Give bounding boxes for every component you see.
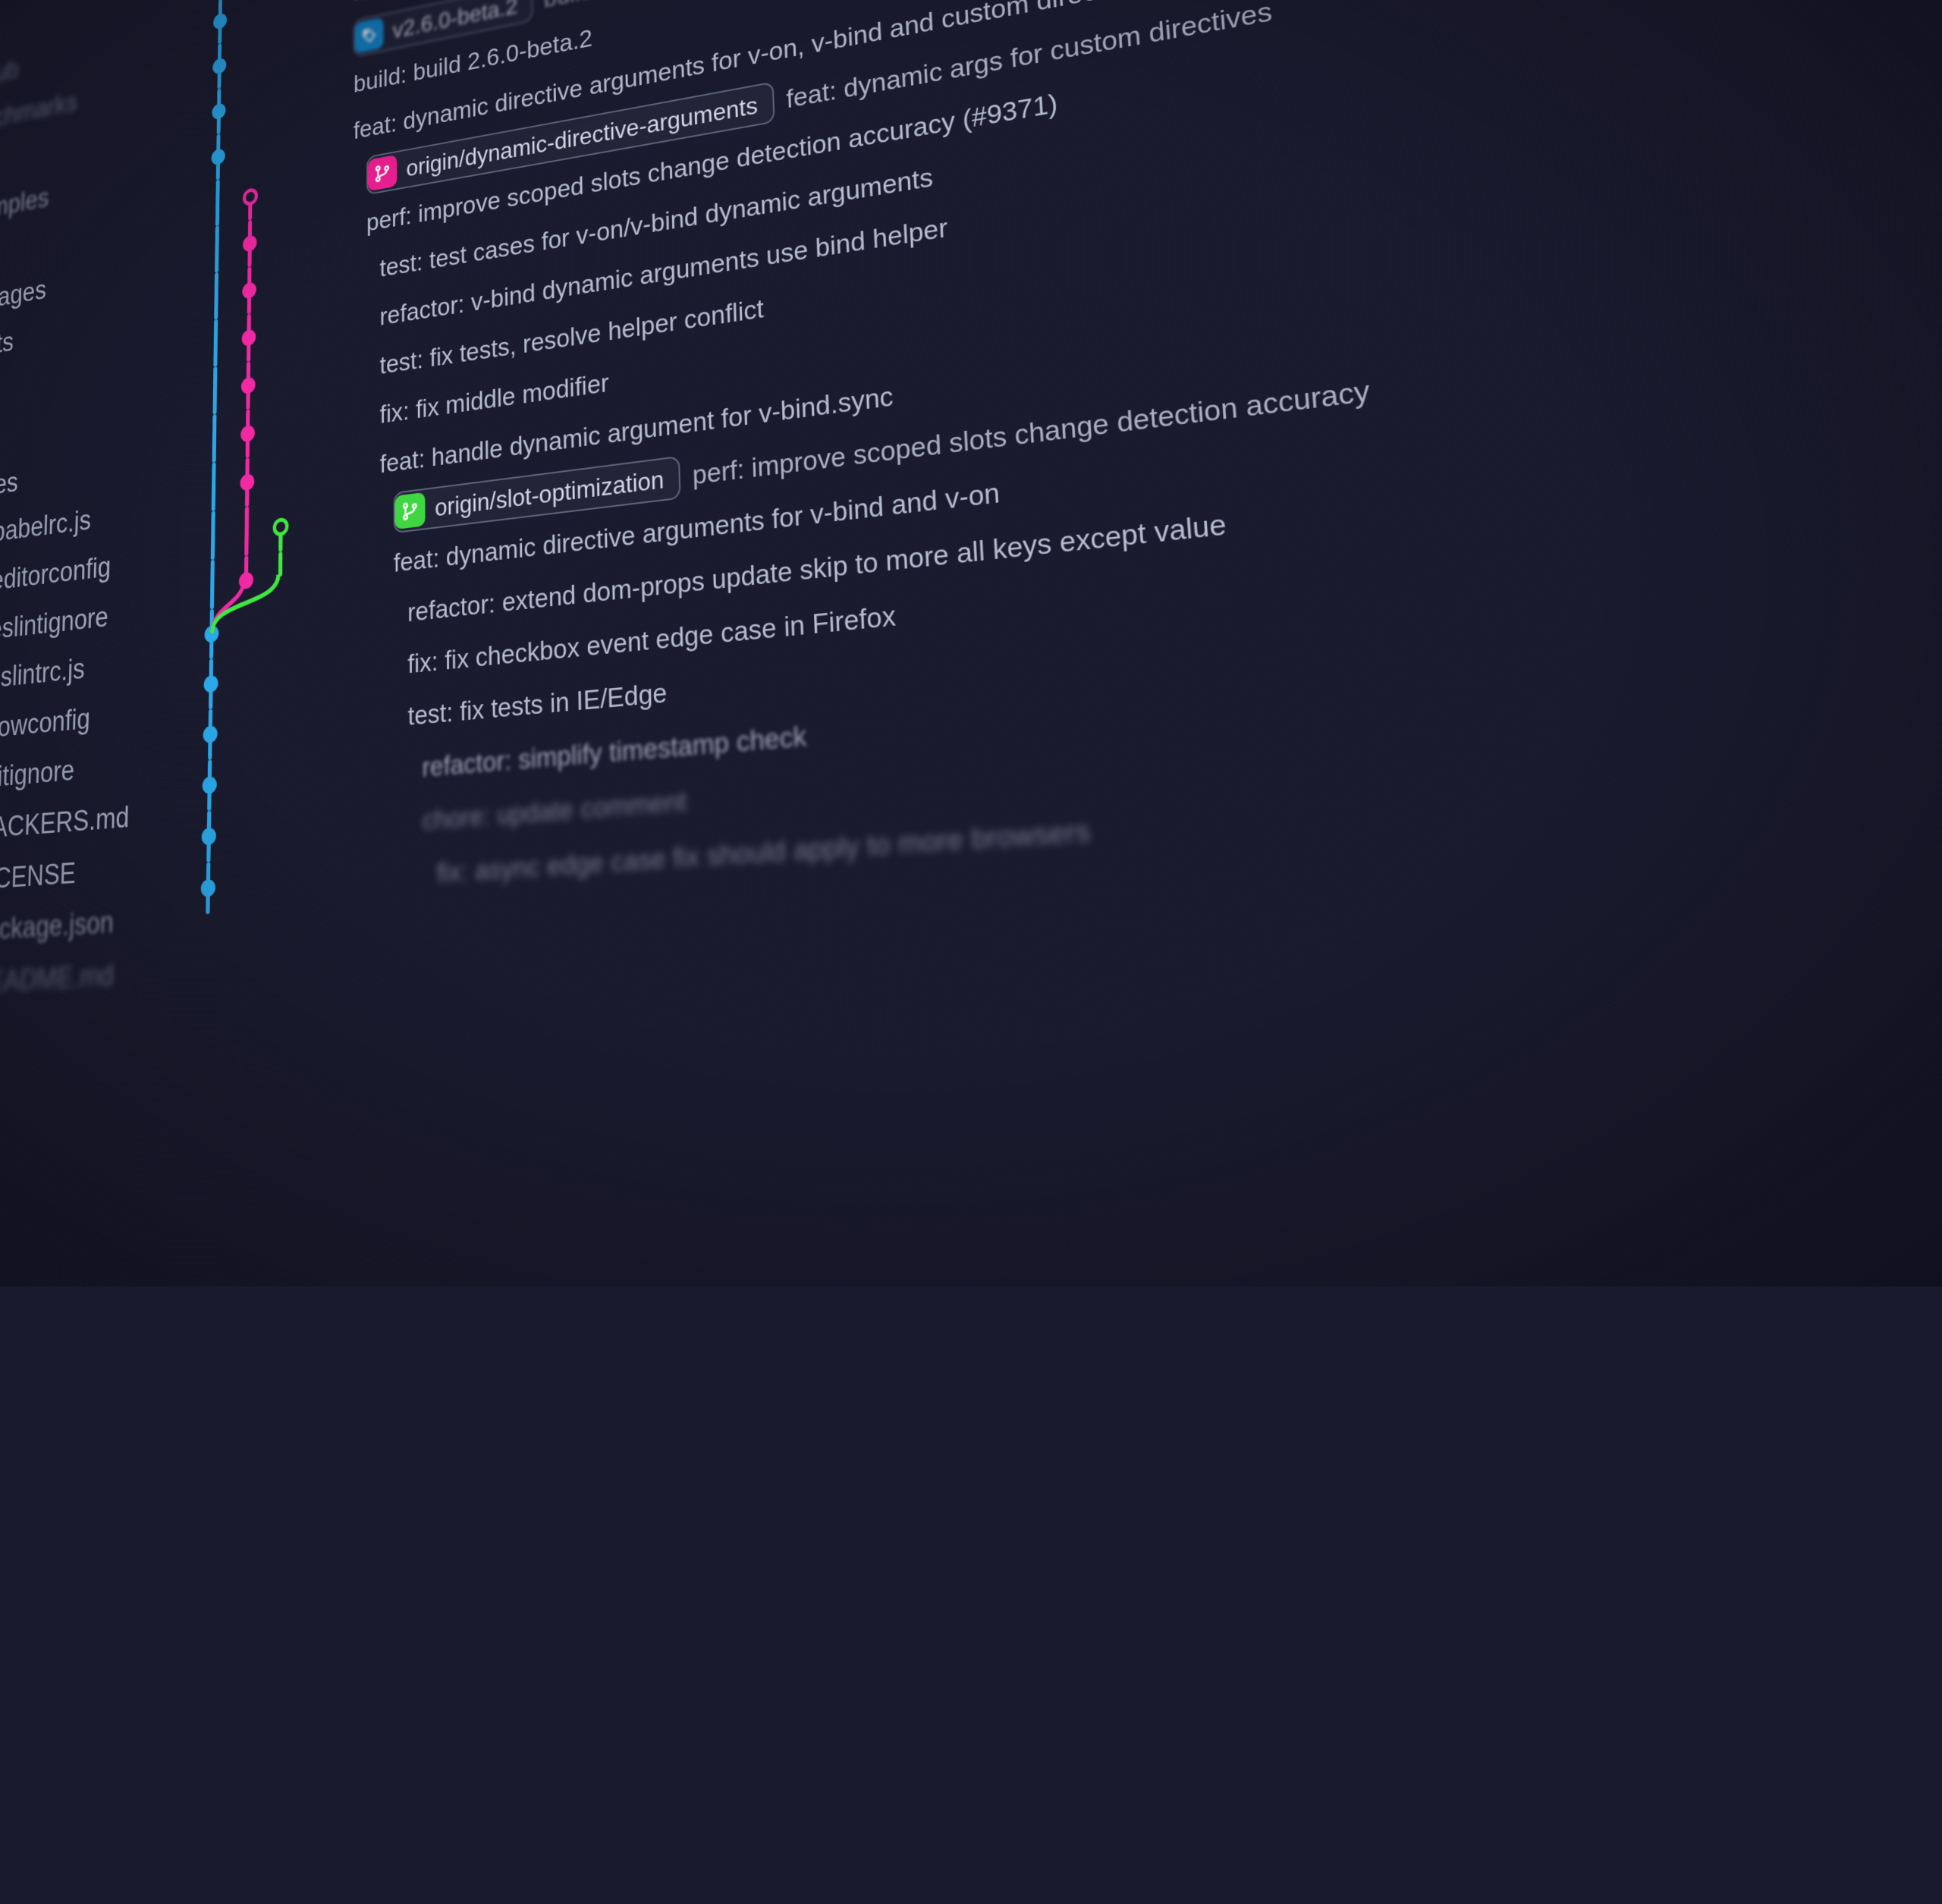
commit-node-icon <box>204 625 218 643</box>
commit-graph: build: build 2.6.0-beta.3build: fix feat… <box>179 0 1942 1813</box>
commit-node-icon <box>203 725 218 743</box>
tree-item-label: types <box>0 459 19 514</box>
commit-node-icon <box>242 328 256 347</box>
commit-message: chore: update comment <box>423 785 687 837</box>
commit-node-icon <box>243 234 257 253</box>
commit-node-icon <box>202 828 216 846</box>
tree-item-label: package.json <box>0 897 114 957</box>
commit-node-icon <box>201 879 216 897</box>
commit-node-icon <box>203 776 217 794</box>
commit-node-icon <box>212 102 225 120</box>
tree-file[interactable]: README.md <box>0 946 190 1012</box>
commit-message-text: chore: update comment <box>423 785 687 837</box>
git-branch-icon <box>394 492 425 529</box>
commit-node-icon <box>203 675 218 693</box>
tree-item-label: .flowconfig <box>0 694 91 755</box>
commit-node-icon <box>240 473 254 492</box>
tree-item-label: README.md <box>0 950 115 1009</box>
commit-node-icon <box>246 191 255 203</box>
tree-item-label: test <box>0 414 1 467</box>
commit-node-icon <box>212 57 226 74</box>
file-tree: githubbenchmarksdistexamplesflowpackages… <box>0 0 206 1645</box>
git-branch-icon <box>368 155 397 192</box>
commit-node-icon <box>276 521 285 533</box>
tag-icon <box>355 17 384 54</box>
commit-node-icon <box>241 376 256 394</box>
tree-item-label: .gitignore <box>0 746 75 805</box>
graph-lanes <box>190 853 340 916</box>
commit-node-icon <box>240 425 255 443</box>
commit-node-icon <box>211 148 225 166</box>
commit-node-icon <box>239 571 253 589</box>
tree-item-label: LICENSE <box>0 848 77 906</box>
commit-node-icon <box>242 281 256 300</box>
commit-node-icon <box>213 12 227 30</box>
